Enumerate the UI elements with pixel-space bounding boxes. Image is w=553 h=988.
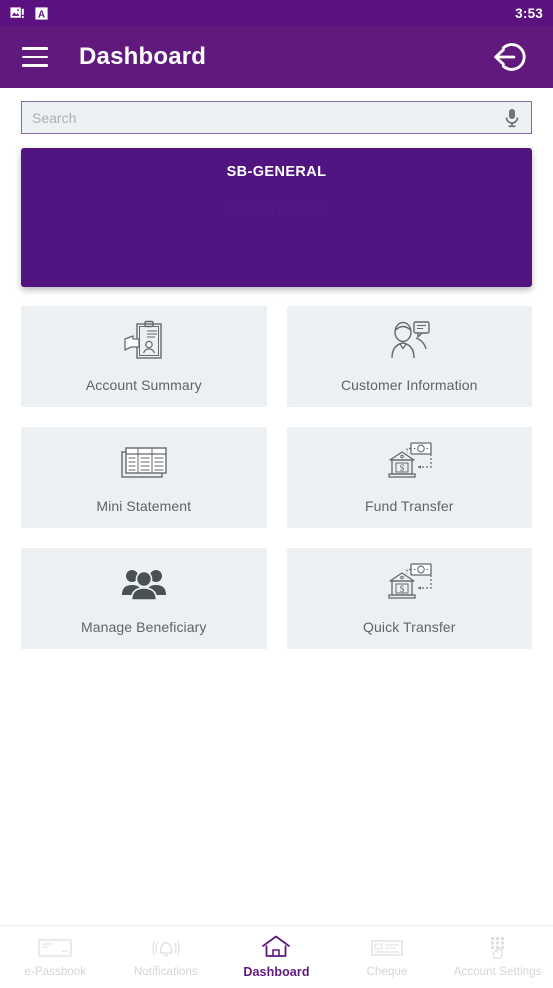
bank-transfer-icon: $ [384,562,434,606]
home-icon [261,935,291,958]
logout-icon[interactable] [489,36,531,78]
tile-manage-beneficiary[interactable]: Manage Beneficiary [21,548,267,649]
tile-label: Fund Transfer [365,498,454,514]
nav-label: Account Settings [453,965,542,978]
account-card-title: SB-GENERAL [226,164,327,180]
nav-item-cheque[interactable]: Cheque [332,926,443,988]
microphone-icon[interactable] [503,107,521,129]
svg-text:$: $ [400,584,405,594]
search-bar[interactable] [21,101,532,134]
nav-label: Cheque [366,965,408,978]
nav-label: e-Passbook [24,965,87,978]
feature-tile-grid: Account Summary Customer Information Min… [0,287,553,649]
nav-item-notifications[interactable]: Notifications [111,926,222,988]
svg-text:A: A [38,9,45,20]
tile-label: Quick Transfer [363,619,456,635]
keypad-hand-icon [485,936,511,959]
status-bar-notification-icons: A [10,6,49,21]
tile-label: Account Summary [85,377,202,393]
cheque-icon [370,937,404,959]
search-input[interactable] [32,109,503,126]
passbook-icon [38,937,72,959]
bell-icon [151,937,181,959]
tile-mini-statement[interactable]: Mini Statement [21,427,267,528]
nav-label: Notifications [133,965,198,978]
person-speech-bubble-icon [386,320,432,364]
tile-label: Customer Information [340,377,478,393]
tile-label: Mini Statement [96,498,192,514]
people-group-icon [119,562,169,606]
tile-quick-transfer[interactable]: $ Quick Transfer [286,548,532,649]
main-content: SB-GENERAL XXXXXXXXXXXX [0,88,553,925]
nav-item-account-settings[interactable]: Account Settings [442,926,553,988]
tile-customer-information[interactable]: Customer Information [286,306,532,407]
account-card[interactable]: SB-GENERAL XXXXXXXXXXXX [21,148,532,287]
status-bar: A 3:53 [0,0,553,26]
page-title: Dashboard [79,43,207,70]
bottom-navigation-bar: e-Passbook Notifications Dashboard Chequ… [0,925,553,988]
tile-label: Manage Beneficiary [80,619,207,635]
account-card-section: SB-GENERAL XXXXXXXXXXXX [0,134,553,287]
bank-transfer-icon: $ [384,441,434,485]
svg-text:$: $ [400,463,405,473]
nav-label: Dashboard [243,964,310,979]
search-section [0,88,553,134]
letter-a-icon: A [35,6,48,20]
hamburger-menu-icon[interactable] [22,47,48,67]
app-bar: Dashboard [0,26,553,88]
status-bar-clock: 3:53 [515,5,543,21]
account-card-number: XXXXXXXXXXXX [224,205,329,219]
nav-item-e-passbook[interactable]: e-Passbook [0,926,111,988]
mobile-banking-dashboard: A 3:53 Dashboard Search SB-GENERAL XXXXX… [0,0,553,988]
tile-account-summary[interactable]: Account Summary [21,306,267,407]
statement-table-icon [120,441,168,485]
image-alert-icon [10,6,24,18]
tile-fund-transfer[interactable]: $ Fund Transfer [286,427,532,528]
nav-item-dashboard[interactable]: Dashboard [221,926,332,988]
clipboard-person-icon [121,320,167,364]
